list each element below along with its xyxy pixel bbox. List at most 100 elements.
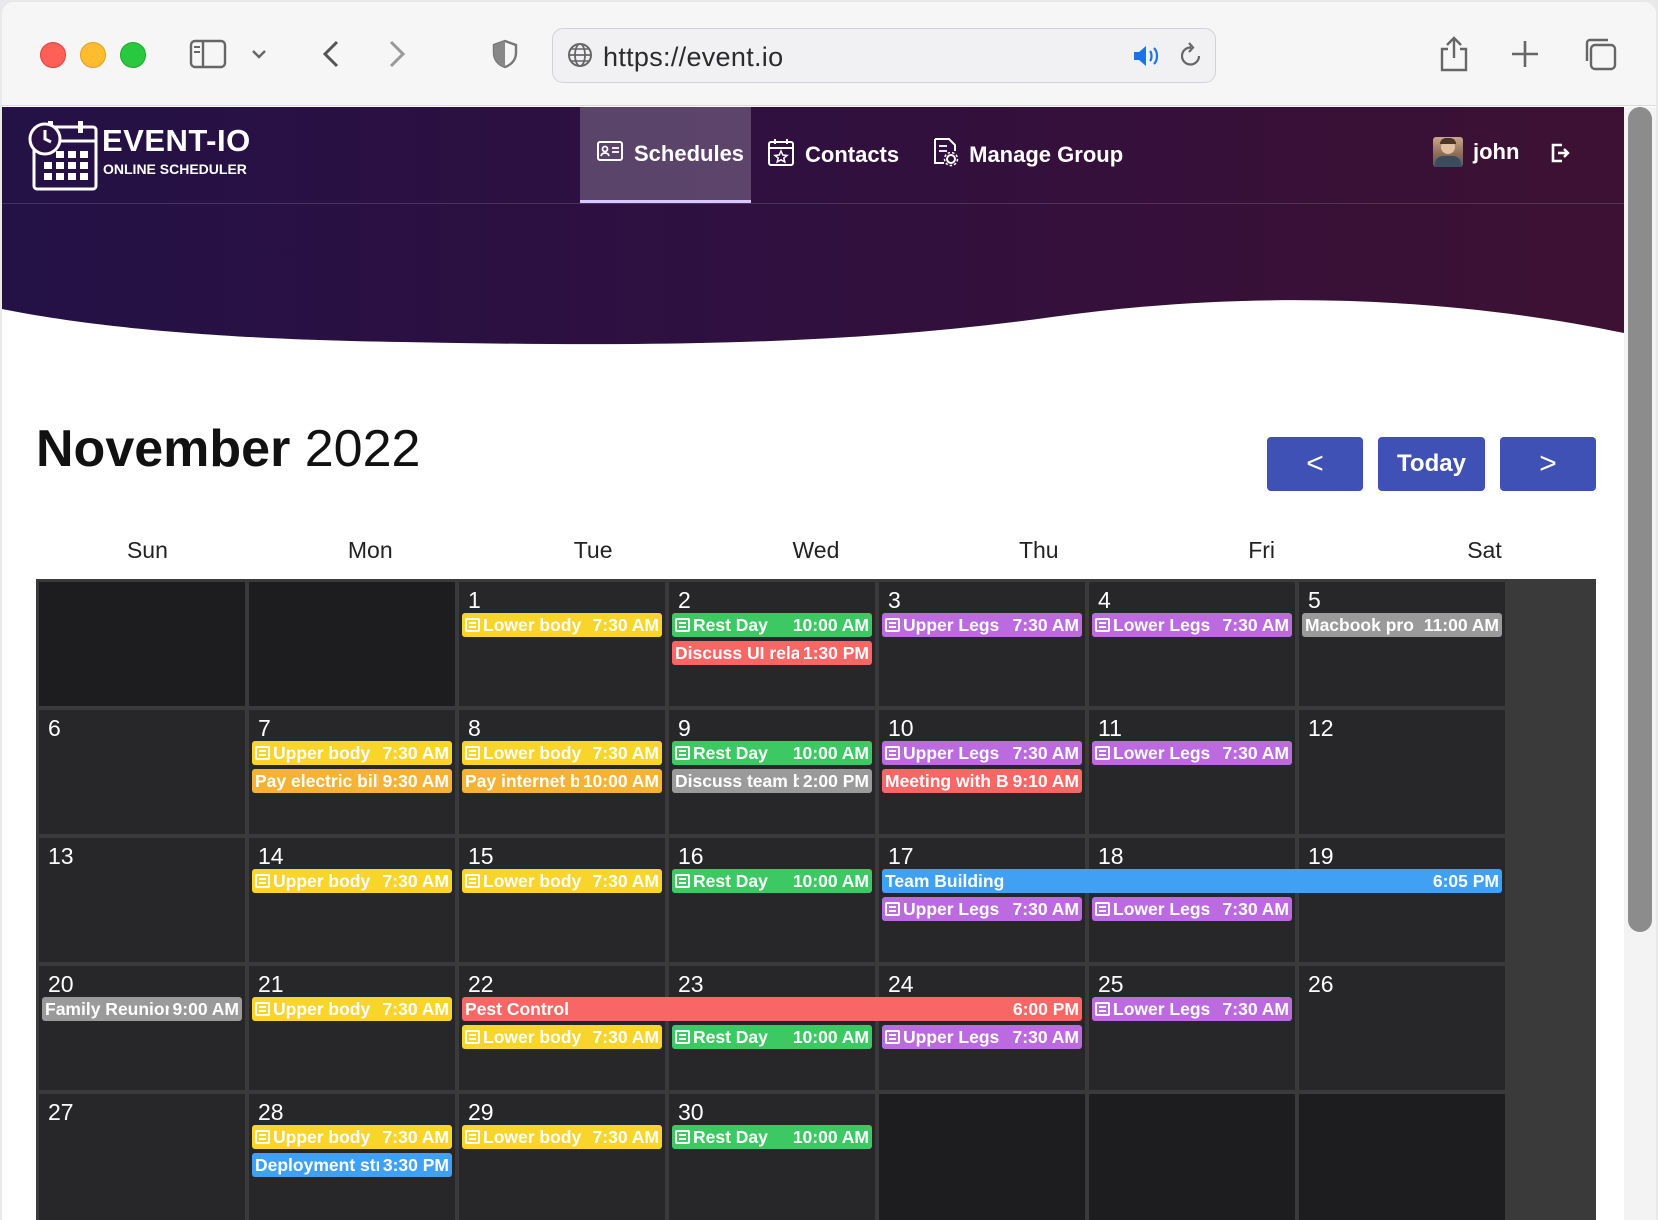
calendar-cell[interactable]: 21 (249, 966, 455, 1090)
event-chip[interactable]: Rest Day 10:00 AM (672, 613, 872, 637)
share-icon[interactable] (1436, 32, 1472, 76)
event-chip[interactable]: Lower body 7:30 AM (462, 613, 662, 637)
calendar-cell[interactable]: 6 (39, 710, 245, 834)
event-title: Macbook pro ... (1305, 614, 1420, 635)
nav-manage-group[interactable]: Manage Group (915, 107, 1139, 203)
close-window-button[interactable] (40, 42, 66, 68)
event-chip[interactable]: Rest Day 10:00 AM (672, 741, 872, 765)
calendar-cell[interactable]: 16 (669, 838, 875, 962)
event-chip[interactable]: Upper body 7:30 AM (252, 1125, 452, 1149)
calendar-cell[interactable]: 15 (459, 838, 665, 962)
event-chip[interactable]: Lower body 7:30 AM (462, 1125, 662, 1149)
event-title: Upper body (273, 998, 371, 1019)
weekday-header: Sun Mon Tue Wed Thu Fri Sat (36, 537, 1596, 564)
event-chip[interactable]: Upper Legs 7:30 AM (882, 897, 1082, 921)
event-chip[interactable]: Meeting with B...9:10 AM (882, 769, 1082, 793)
brand-logo[interactable]: EVENT-IO ONLINE SCHEDULER (28, 117, 268, 191)
user-name: john (1473, 139, 1520, 164)
event-chip[interactable]: Rest Day 10:00 AM (672, 1125, 872, 1149)
speaker-icon[interactable] (1131, 43, 1161, 74)
event-title: Upper body (273, 1126, 371, 1147)
chevron-right-icon[interactable] (382, 32, 412, 76)
calendar-cell[interactable]: 29 (459, 1094, 665, 1220)
event-title: Discuss UI rela... (675, 642, 799, 663)
calendar-cell[interactable]: 1 (459, 582, 665, 706)
calendar-cell[interactable]: 20 (39, 966, 245, 1090)
calendar-cell[interactable]: 3 (879, 582, 1085, 706)
event-chip[interactable]: Upper body 7:30 AM (252, 997, 452, 1021)
chevron-down-icon[interactable] (248, 32, 270, 76)
calendar-cell-empty (39, 582, 245, 706)
address-bar[interactable]: https://event.io (552, 28, 1216, 83)
weekday-tue: Tue (573, 537, 613, 563)
prev-month-button[interactable]: < (1267, 437, 1363, 491)
event-time: 7:30 AM (592, 614, 659, 635)
chevron-left-icon[interactable] (316, 32, 346, 76)
nav-contacts[interactable]: Contacts (751, 107, 915, 203)
event-chip[interactable]: Discuss UI rela...1:30 PM (672, 641, 872, 665)
event-chip[interactable]: Family Reunion 9:00 AM (42, 997, 242, 1021)
event-chip[interactable]: Upper Legs 7:30 AM (882, 613, 1082, 637)
zoom-window-button[interactable] (120, 42, 146, 68)
event-chip[interactable]: Pay electric bill 9:30 AM (252, 769, 452, 793)
event-chip[interactable]: Lower Legs 7:30 AM (1092, 741, 1292, 765)
event-chip[interactable]: Discuss team b...2:00 PM (672, 769, 872, 793)
calendar-cell[interactable]: 13 (39, 838, 245, 962)
event-time: 7:30 AM (1222, 742, 1289, 763)
shield-icon[interactable] (490, 32, 520, 76)
event-chip[interactable]: Lower Legs 7:30 AM (1092, 997, 1292, 1021)
event-chip[interactable]: Lower body 7:30 AM (462, 1025, 662, 1049)
calendar-cell[interactable]: 25 (1089, 966, 1295, 1090)
event-chip[interactable]: Upper Legs 7:30 AM (882, 1025, 1082, 1049)
event-chip[interactable]: Upper Legs 7:30 AM (882, 741, 1082, 765)
calendar-cell[interactable]: 27 (39, 1094, 245, 1220)
day-number: 25 (1098, 971, 1124, 997)
next-month-button[interactable]: > (1500, 437, 1596, 491)
event-chip[interactable]: Upper body 7:30 AM (252, 869, 452, 893)
calendar-cell[interactable]: 26 (1299, 966, 1505, 1090)
event-chip[interactable]: Rest Day 10:00 AM (672, 869, 872, 893)
calendar-cell[interactable]: 19 (1299, 838, 1505, 962)
event-chip[interactable]: Macbook pro ...11:00 AM (1302, 613, 1502, 637)
calendar-cell[interactable]: 12 (1299, 710, 1505, 834)
event-title: Upper body (273, 870, 371, 891)
minimize-window-button[interactable] (80, 42, 106, 68)
event-icon (885, 746, 900, 760)
reload-icon[interactable] (1178, 41, 1204, 74)
plus-icon[interactable] (1508, 32, 1542, 76)
event-chip-multiday[interactable]: Pest Control 6:00 PM (462, 997, 1082, 1021)
event-chip[interactable]: Lower body 7:30 AM (462, 869, 662, 893)
calendar-cell[interactable]: 11 (1089, 710, 1295, 834)
event-time: 7:30 AM (382, 1126, 449, 1147)
today-button[interactable]: Today (1378, 437, 1485, 491)
event-chip-multiday[interactable]: Team Building 6:05 PM (882, 869, 1502, 893)
event-chip[interactable]: Lower Legs 7:30 AM (1092, 613, 1292, 637)
event-chip[interactable]: Rest Day 10:00 AM (672, 1025, 872, 1049)
user-menu[interactable]: john (1433, 137, 1519, 167)
event-chip[interactable]: Upper body 7:30 AM (252, 741, 452, 765)
scrollbar-thumb[interactable] (1628, 107, 1652, 932)
event-title: Lower body (483, 870, 582, 891)
event-title: Family Reunion (45, 998, 169, 1019)
weekday-wed: Wed (792, 537, 840, 563)
nav-schedules[interactable]: Schedules (580, 107, 751, 203)
sidebar-icon[interactable] (188, 32, 228, 76)
calendar-cell[interactable]: 5 (1299, 582, 1505, 706)
day-number: 13 (48, 843, 74, 869)
calendar-cell[interactable]: 30 (669, 1094, 875, 1220)
event-icon (675, 874, 690, 888)
brand-subtitle: ONLINE SCHEDULER (103, 161, 247, 177)
event-time: 9:00 AM (172, 998, 239, 1019)
event-title: Upper Legs (903, 898, 1000, 919)
event-chip[interactable]: Deployment str...3:30 PM (252, 1153, 452, 1177)
tabs-icon[interactable] (1580, 32, 1620, 76)
calendar-cell[interactable]: 4 (1089, 582, 1295, 706)
calendar-cell[interactable]: 14 (249, 838, 455, 962)
header-wave (2, 300, 1624, 417)
logout-icon[interactable] (1549, 141, 1571, 170)
event-time: 7:30 AM (1222, 898, 1289, 919)
day-number: 8 (468, 715, 481, 741)
event-chip[interactable]: Pay internet bill10:00 AM (462, 769, 662, 793)
event-chip[interactable]: Lower Legs 7:30 AM (1092, 897, 1292, 921)
event-chip[interactable]: Lower body 7:30 AM (462, 741, 662, 765)
